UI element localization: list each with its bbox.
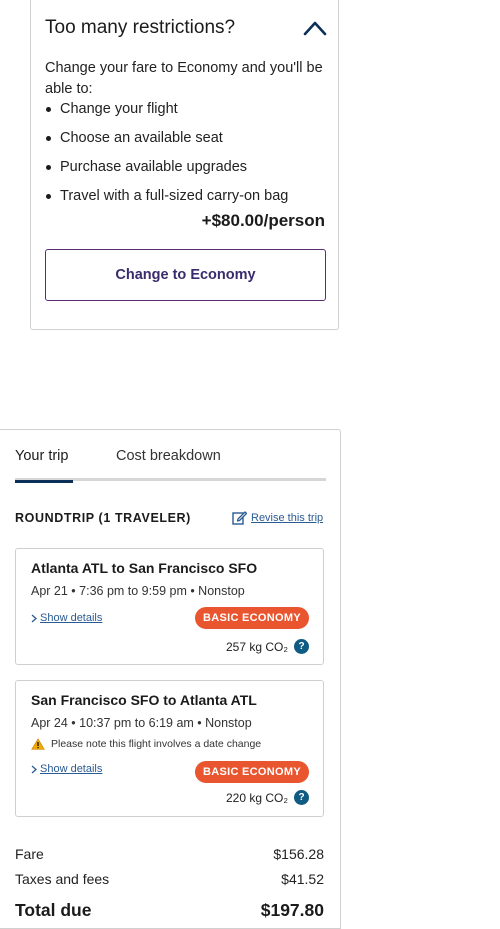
help-icon[interactable]: ?	[294, 790, 309, 805]
benefits-list: Change your flight Choose an available s…	[45, 99, 288, 215]
co2-value: 220 kg CO₂	[225, 790, 288, 805]
roundtrip-label: ROUNDTRIP (1 TRAVELER)	[15, 511, 191, 525]
restrictions-intro: Change your fare to Economy and you'll b…	[45, 60, 323, 97]
fare-label: Fare	[15, 846, 44, 862]
fare-class-badge: BASIC ECONOMY	[194, 607, 309, 629]
taxes-label: Taxes and fees	[15, 871, 110, 887]
warning-text: Please note this flight involves a date …	[51, 738, 262, 750]
trip-tabs: Your trip Cost breakdown	[15, 448, 326, 483]
revise-trip-label: Revise this trip	[251, 511, 324, 524]
tab-your-trip[interactable]: Your trip	[15, 448, 74, 483]
flight-route: San Francisco SFO to Atlanta ATL	[31, 692, 257, 708]
fare-class-badge: BASIC ECONOMY	[194, 761, 309, 783]
edit-icon	[232, 511, 247, 525]
revise-trip-link[interactable]: Revise this trip	[232, 510, 323, 525]
chevron-right-icon	[31, 765, 37, 773]
taxes-value: $41.52	[281, 871, 324, 887]
fare-row: Fare $156.28	[15, 846, 324, 862]
show-details-label: Show details	[40, 612, 103, 624]
list-item: Change your flight	[45, 99, 288, 128]
change-to-economy-button[interactable]: Change to Economy	[45, 249, 326, 301]
taxes-row: Taxes and fees $41.52	[15, 871, 324, 887]
flight-card-outbound: Atlanta ATL to San Francisco SFO Apr 21 …	[15, 548, 324, 665]
help-icon[interactable]: ?	[294, 639, 309, 654]
flight-time: Apr 24 • 10:37 pm to 6:19 am • Nonstop	[31, 716, 252, 730]
show-details-link[interactable]: Show details	[31, 612, 102, 624]
upgrade-price: +$80.00/person	[201, 211, 325, 230]
flight-time: Apr 21 • 7:36 pm to 9:59 pm • Nonstop	[31, 584, 245, 598]
restrictions-card: Too many restrictions? Change your fare …	[30, 0, 339, 330]
chevron-up-icon[interactable]	[303, 20, 327, 36]
list-item: Purchase available upgrades	[45, 157, 288, 186]
warning-icon	[31, 738, 45, 750]
co2-value: 257 kg CO₂	[225, 639, 288, 654]
chevron-right-icon	[31, 614, 37, 622]
co2-emissions: 220 kg CO₂ ?	[226, 790, 309, 805]
total-label: Total due	[15, 900, 92, 920]
date-change-warning: Please note this flight involves a date …	[31, 738, 261, 750]
flight-card-return: San Francisco SFO to Atlanta ATL Apr 24 …	[15, 680, 324, 817]
total-row: Total due $197.80	[15, 900, 324, 921]
co2-emissions: 257 kg CO₂ ?	[226, 639, 309, 654]
restrictions-title: Too many restrictions?	[45, 17, 236, 38]
total-value: $197.80	[260, 900, 324, 920]
show-details-link[interactable]: Show details	[31, 763, 102, 775]
tab-cost-breakdown[interactable]: Cost breakdown	[116, 448, 221, 464]
trip-summary-card: Your trip Cost breakdown ROUNDTRIP (1 TR…	[0, 429, 341, 929]
fare-value: $156.28	[273, 846, 324, 862]
list-item: Choose an available seat	[45, 128, 288, 157]
show-details-label: Show details	[40, 763, 103, 775]
flight-route: Atlanta ATL to San Francisco SFO	[31, 560, 258, 576]
